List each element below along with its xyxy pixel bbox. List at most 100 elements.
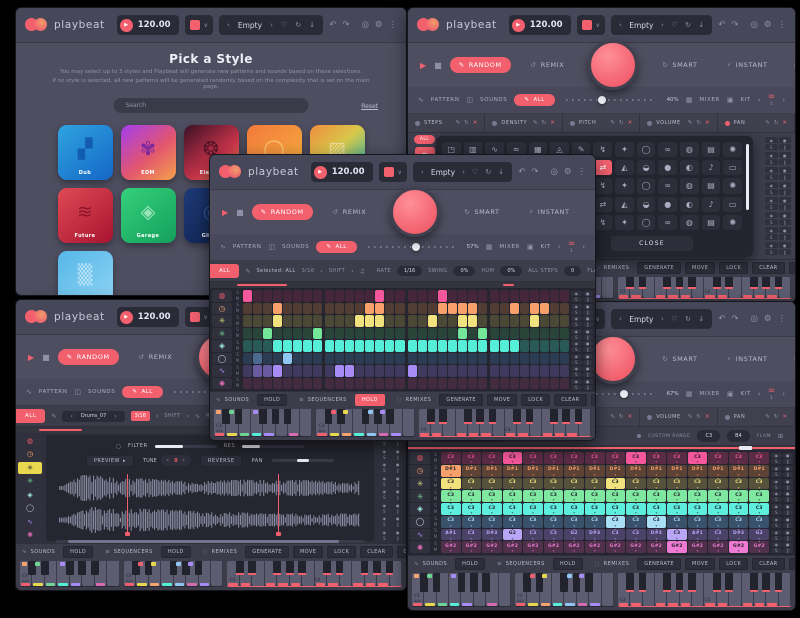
row-control[interactable]: ‖ [392, 536, 405, 541]
step-cell[interactable] [448, 365, 457, 377]
note-down-icon[interactable]: ▾ [697, 461, 699, 464]
step-cell[interactable] [458, 290, 467, 302]
step-cell[interactable] [365, 315, 374, 327]
step-cell[interactable] [243, 328, 252, 340]
sound-icon-tile[interactable]: ✺ [723, 178, 742, 193]
piano-key-black[interactable] [626, 277, 634, 289]
row-control[interactable]: S [765, 159, 778, 165]
pitch-cell[interactable]: ▴C3▾ [462, 452, 482, 464]
row-control[interactable]: S [771, 497, 782, 502]
row-control[interactable]: ◉ [771, 542, 782, 547]
solo-label[interactable]: S [434, 542, 437, 546]
note-up-icon[interactable]: ▴ [697, 541, 699, 544]
step-cell[interactable] [478, 328, 487, 340]
step-cell[interactable] [490, 290, 499, 302]
row-control[interactable]: ◉ [771, 479, 782, 484]
solo-label[interactable]: S [236, 291, 239, 295]
pitch-cell[interactable]: ▴C3▾ [503, 490, 523, 502]
step-cell[interactable] [428, 365, 437, 377]
piano-key-black[interactable] [41, 561, 49, 575]
piano-key-black[interactable] [66, 561, 74, 575]
step-cell[interactable] [313, 315, 322, 327]
note-up-icon[interactable]: ▴ [532, 490, 534, 493]
reload-icon[interactable]: ↻ [685, 315, 691, 323]
piano-key[interactable] [602, 277, 614, 298]
step-cell[interactable] [530, 315, 539, 327]
note-down-icon[interactable]: ▾ [573, 525, 575, 528]
row-control[interactable]: ◉ [765, 212, 778, 218]
section-steps[interactable]: STEPS ✎ ↻ ✕ [408, 114, 485, 132]
step-cell[interactable] [273, 315, 282, 327]
row-control[interactable]: ◉ [571, 341, 582, 346]
edit-icon[interactable]: ✎ [456, 120, 461, 126]
step-cell[interactable] [293, 340, 302, 352]
row-control[interactable]: ◉ [765, 167, 778, 173]
step-cell[interactable] [560, 303, 569, 315]
step-cell[interactable] [468, 290, 477, 302]
undo-icon[interactable]: ↶ [329, 20, 336, 30]
step-cell[interactable] [438, 315, 447, 327]
row-control[interactable]: ◉ [571, 379, 582, 384]
pitch-cell[interactable]: ▴C3▾ [564, 516, 584, 528]
step-cell[interactable] [540, 315, 549, 327]
piano-key[interactable] [403, 409, 415, 436]
row-control[interactable]: ◉ [571, 366, 582, 371]
sound-icon-tile[interactable]: ♪ [702, 197, 721, 212]
note-up-icon[interactable]: ▴ [512, 478, 514, 481]
row-control[interactable]: ‖ [779, 174, 792, 180]
row-control[interactable]: ● [783, 491, 794, 496]
pitch-cell[interactable]: ▴C3▾ [585, 478, 605, 490]
solo-label[interactable]: S [434, 517, 437, 521]
step-cell[interactable] [510, 315, 519, 327]
note-up-icon[interactable]: ▴ [553, 478, 555, 481]
style-tile-dub[interactable]: ▞Dub [58, 125, 113, 180]
step-cell[interactable] [468, 353, 477, 365]
pitch-cell[interactable]: ▴D#1▾ [441, 465, 461, 477]
row-control[interactable]: ‖ [392, 495, 405, 500]
row-control[interactable]: ● [583, 366, 594, 371]
pitch-cell[interactable]: ▴A#1▾ [441, 529, 461, 541]
row-control[interactable]: S [765, 144, 778, 150]
step-cell[interactable] [510, 378, 519, 390]
bpm-display[interactable]: ▶ 120.00 [117, 15, 179, 35]
step-cell[interactable] [428, 328, 437, 340]
pitch-cell[interactable]: ▴C3▾ [647, 490, 667, 502]
track-icon[interactable]: ◷ [212, 303, 232, 315]
section-volume[interactable]: VOLUME ✎ ↻ ✕ [640, 408, 717, 426]
solo-label[interactable]: S [236, 353, 239, 357]
piano-key-black[interactable] [550, 409, 558, 424]
note-down-icon[interactable]: ▾ [491, 487, 493, 490]
sequencers-tab[interactable]: SEQUENCERS [308, 397, 347, 403]
row-control[interactable]: ● [392, 503, 405, 508]
step-cell[interactable] [510, 340, 519, 352]
piano-key-black[interactable] [259, 409, 267, 424]
lock-button[interactable]: LOCK [521, 394, 550, 406]
note-up-icon[interactable]: ▴ [614, 529, 616, 532]
piano-key-black[interactable] [273, 561, 281, 575]
row-control[interactable]: S [765, 219, 778, 225]
redo-icon[interactable]: ↷ [531, 167, 538, 177]
step-cell[interactable] [428, 303, 437, 315]
instant-button[interactable]: ⚡ INSTANT [718, 57, 777, 73]
custom-range-label[interactable]: CUSTOM RANGE [648, 434, 691, 439]
step-cell[interactable] [365, 290, 374, 302]
step-cell[interactable] [243, 365, 252, 377]
clear-icon[interactable]: ✕ [782, 414, 787, 420]
note-down-icon[interactable]: ▾ [614, 538, 616, 541]
solo-label[interactable]: S [434, 504, 437, 508]
loop-control[interactable]: ∞ 1 [768, 387, 776, 402]
note-up-icon[interactable]: ▴ [758, 490, 760, 493]
note-down-icon[interactable]: ▾ [676, 550, 678, 553]
step-cell[interactable] [458, 303, 467, 315]
step-cell[interactable] [385, 365, 394, 377]
edit-icon[interactable]: ✎ [610, 414, 615, 420]
step-cell[interactable] [540, 340, 549, 352]
note-down-icon[interactable]: ▾ [717, 474, 719, 477]
pitch-cell[interactable]: ▴C3▾ [708, 452, 728, 464]
note-down-icon[interactable]: ▾ [553, 512, 555, 515]
note-up-icon[interactable]: ▴ [450, 529, 452, 532]
note-up-icon[interactable]: ▴ [450, 516, 452, 519]
row-control[interactable]: ‖ [583, 322, 594, 327]
step-cell[interactable] [428, 315, 437, 327]
note-up-icon[interactable]: ▴ [676, 541, 678, 544]
